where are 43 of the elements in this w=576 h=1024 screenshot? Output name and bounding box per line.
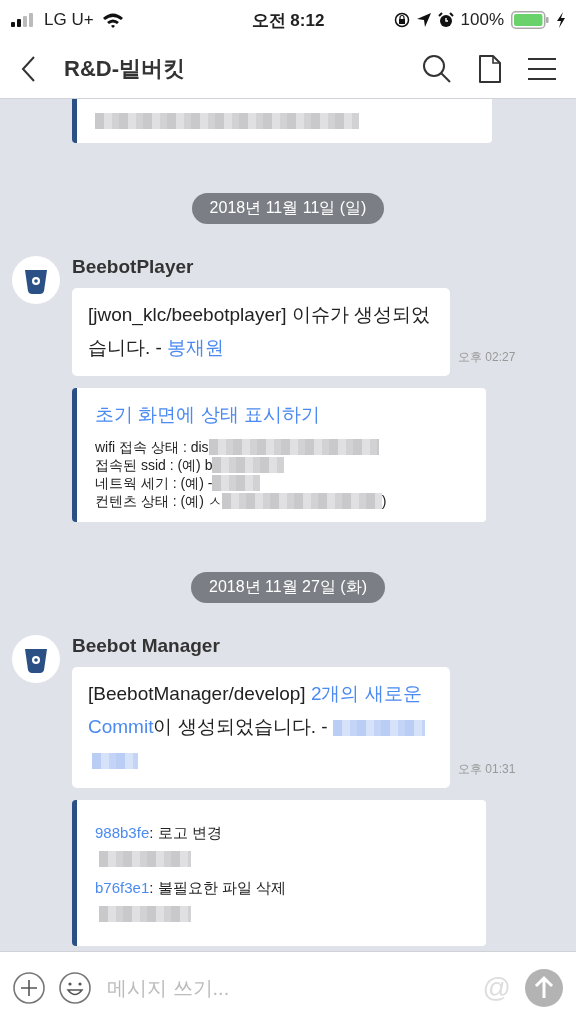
clock-time: 오전 8:12	[251, 9, 325, 32]
link-text[interactable]: 2개의 새로운	[310, 683, 422, 704]
commit-message: : 불필요한 파일 삭제	[149, 879, 286, 896]
bucket-avatar-icon	[12, 256, 60, 304]
issue-card[interactable]: 초기 화면에 상태 표시하기 wifi 접속 상태 : dis 접속된 ssid : (예) b 네트웍 세기 : (예) - 컨텐츠 상태 : (예) ㅅ )	[72, 388, 486, 522]
link-text[interactable]: 봉재원	[167, 337, 225, 358]
date-separator: 2018년 11월 27일 (화)	[191, 572, 385, 603]
date-separator: 2018년 11월 11일 (일)	[191, 193, 385, 224]
plus-icon[interactable]	[13, 972, 45, 1004]
message-input[interactable]: 메시지 쓰기...	[105, 975, 469, 1001]
commit-card[interactable]: 988b3fe: 로고 변경 b76f3e1: 불필요한 파일 삭제	[72, 800, 486, 946]
commit-message: : 로고 변경	[149, 824, 222, 841]
alarm-icon	[437, 12, 454, 28]
sender-name: Beebot Manager	[72, 635, 221, 657]
issue-detail: )	[381, 492, 387, 510]
signal-icon	[10, 13, 36, 27]
charging-bolt-icon	[556, 12, 566, 28]
bucket-avatar-icon	[12, 635, 60, 683]
carrier-name: LG U+	[44, 10, 94, 30]
sender-name: BeebotPlayer	[72, 256, 195, 278]
issue-detail: 네트웍 세기 : (예) -	[95, 474, 213, 492]
message-bubble: [jwon_klc/beebotplayer] 이슈가 생성되었습니다. - 봉재원	[72, 288, 450, 376]
wifi-icon	[101, 12, 124, 28]
smiley-icon[interactable]	[59, 972, 91, 1004]
pixelated-redaction	[92, 753, 138, 769]
issue-title[interactable]: 초기 화면에 상태 표시하기	[95, 402, 468, 428]
message-bubble: [BeebotManager/develop] 2개의 새로운 Commit이 생성되었습니다. -	[72, 667, 450, 788]
battery-icon	[511, 11, 549, 29]
document-icon[interactable]	[478, 54, 502, 84]
rotation-lock-icon	[393, 12, 410, 28]
search-icon[interactable]	[422, 54, 452, 84]
back-icon[interactable]	[20, 55, 36, 83]
message-time: 오후 02:27	[458, 349, 516, 366]
pixelated-redaction	[212, 475, 261, 491]
issue-detail: wifi 접속 상태 : dis	[95, 438, 209, 456]
location-arrow-icon	[416, 13, 431, 27]
menu-icon[interactable]	[528, 57, 556, 81]
issue-detail: 접속된 ssid : (예) b	[95, 456, 213, 474]
link-text[interactable]: Commit	[88, 716, 154, 737]
battery-percent: 100%	[460, 10, 504, 30]
chat-title: R&D-빝버킷	[64, 55, 186, 83]
message-time: 오후 01:31	[458, 761, 516, 778]
issue-detail: 컨텐츠 상태 : (예) ㅅ	[95, 492, 222, 510]
